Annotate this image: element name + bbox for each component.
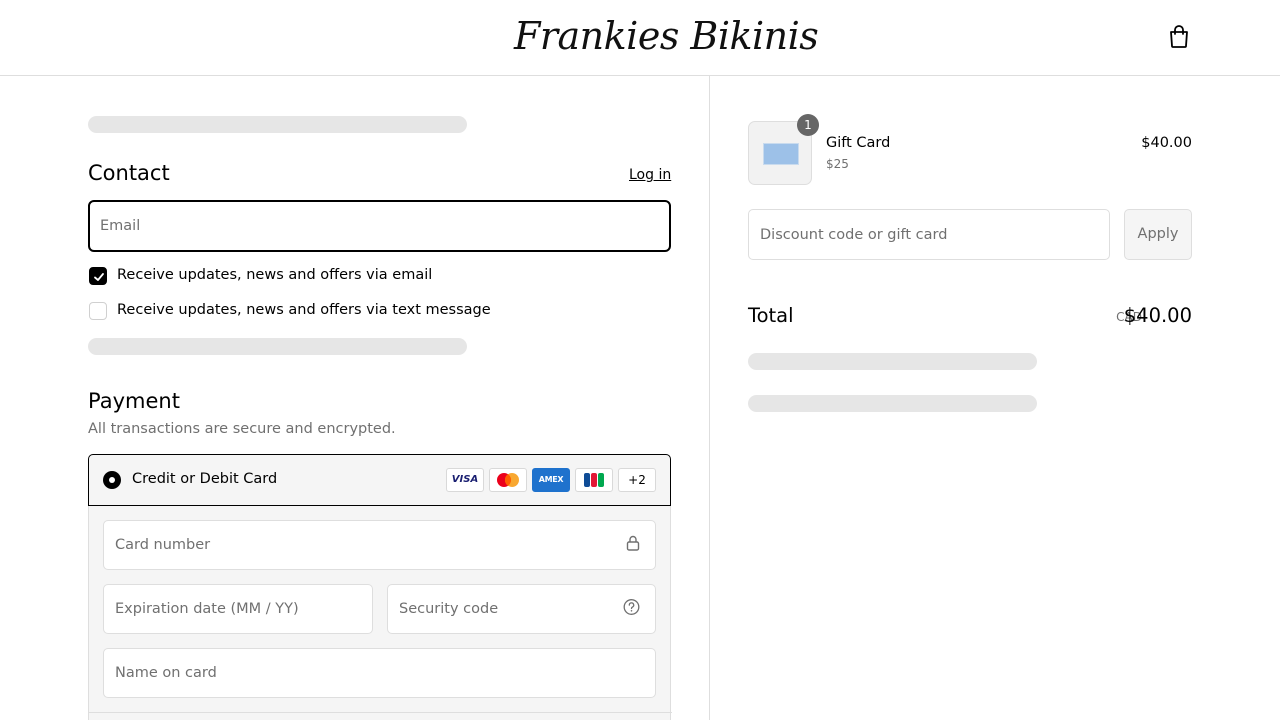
apply-discount-button[interactable]: Apply (1124, 209, 1192, 260)
payment-subtitle: All transactions are secure and encrypte… (88, 421, 396, 437)
amex-icon: AMEX (532, 468, 570, 492)
brand-logo[interactable]: Frankies Bikinis (514, 10, 819, 62)
total-label: Total (748, 304, 794, 327)
divider (89, 712, 672, 713)
payment-method-label: Credit or Debit Card (132, 471, 278, 487)
checkmark-icon (94, 273, 104, 281)
expiry-field[interactable]: Expiration date (MM / YY) (103, 584, 373, 634)
security-code-placeholder: Security code (399, 601, 499, 617)
mastercard-icon (489, 468, 527, 492)
card-number-placeholder: Card number (115, 537, 211, 553)
discount-code-field[interactable]: Discount code or gift card (748, 209, 1110, 260)
card-details-panel: Card number Expiration date (MM / YY) Se… (88, 506, 672, 720)
security-code-field[interactable]: Security code (387, 584, 656, 634)
payment-heading: Payment (88, 389, 180, 413)
jcb-icon (575, 468, 613, 492)
loading-placeholder (748, 395, 1037, 412)
sms-updates-checkbox[interactable] (89, 302, 107, 320)
more-brands-badge: +2 (618, 468, 656, 492)
lock-icon (626, 535, 640, 555)
shopping-bag-icon[interactable] (1168, 24, 1192, 50)
help-circle-icon[interactable] (623, 599, 640, 620)
name-on-card-placeholder: Name on card (115, 665, 217, 681)
sms-updates-label: Receive updates, news and offers via tex… (117, 302, 491, 318)
product-price: $40.00 (1141, 135, 1192, 151)
checkout-header: Frankies Bikinis (0, 0, 1280, 76)
name-on-card-field[interactable]: Name on card (103, 648, 656, 698)
email-placeholder: Email (100, 218, 141, 234)
email-updates-label: Receive updates, news and offers via ema… (117, 267, 433, 283)
card-number-field[interactable]: Card number (103, 520, 656, 570)
loading-placeholder (88, 116, 467, 133)
email-field[interactable]: Email (88, 200, 671, 252)
checkout-form: Contact Log in Email Receive updates, ne… (0, 76, 710, 720)
credit-card-option[interactable]: Credit or Debit Card VISA AMEX +2 (88, 454, 671, 506)
login-link[interactable]: Log in (629, 167, 671, 183)
quantity-badge: 1 (797, 114, 819, 136)
product-name: Gift Card (826, 135, 891, 151)
discount-code-placeholder: Discount code or gift card (760, 226, 948, 243)
expiry-placeholder: Expiration date (MM / YY) (115, 601, 299, 617)
email-updates-checkbox[interactable] (89, 267, 107, 285)
gift-card-image (763, 143, 799, 165)
loading-placeholder (88, 338, 467, 355)
contact-heading: Contact (88, 161, 170, 185)
order-summary: 1 Gift Card $25 $40.00 Discount code or … (710, 76, 1280, 720)
credit-card-radio[interactable] (103, 471, 121, 489)
total-value: $40.00 (1123, 304, 1192, 327)
visa-icon: VISA (446, 468, 484, 492)
product-variant: $25 (826, 157, 849, 171)
loading-placeholder (748, 353, 1037, 370)
